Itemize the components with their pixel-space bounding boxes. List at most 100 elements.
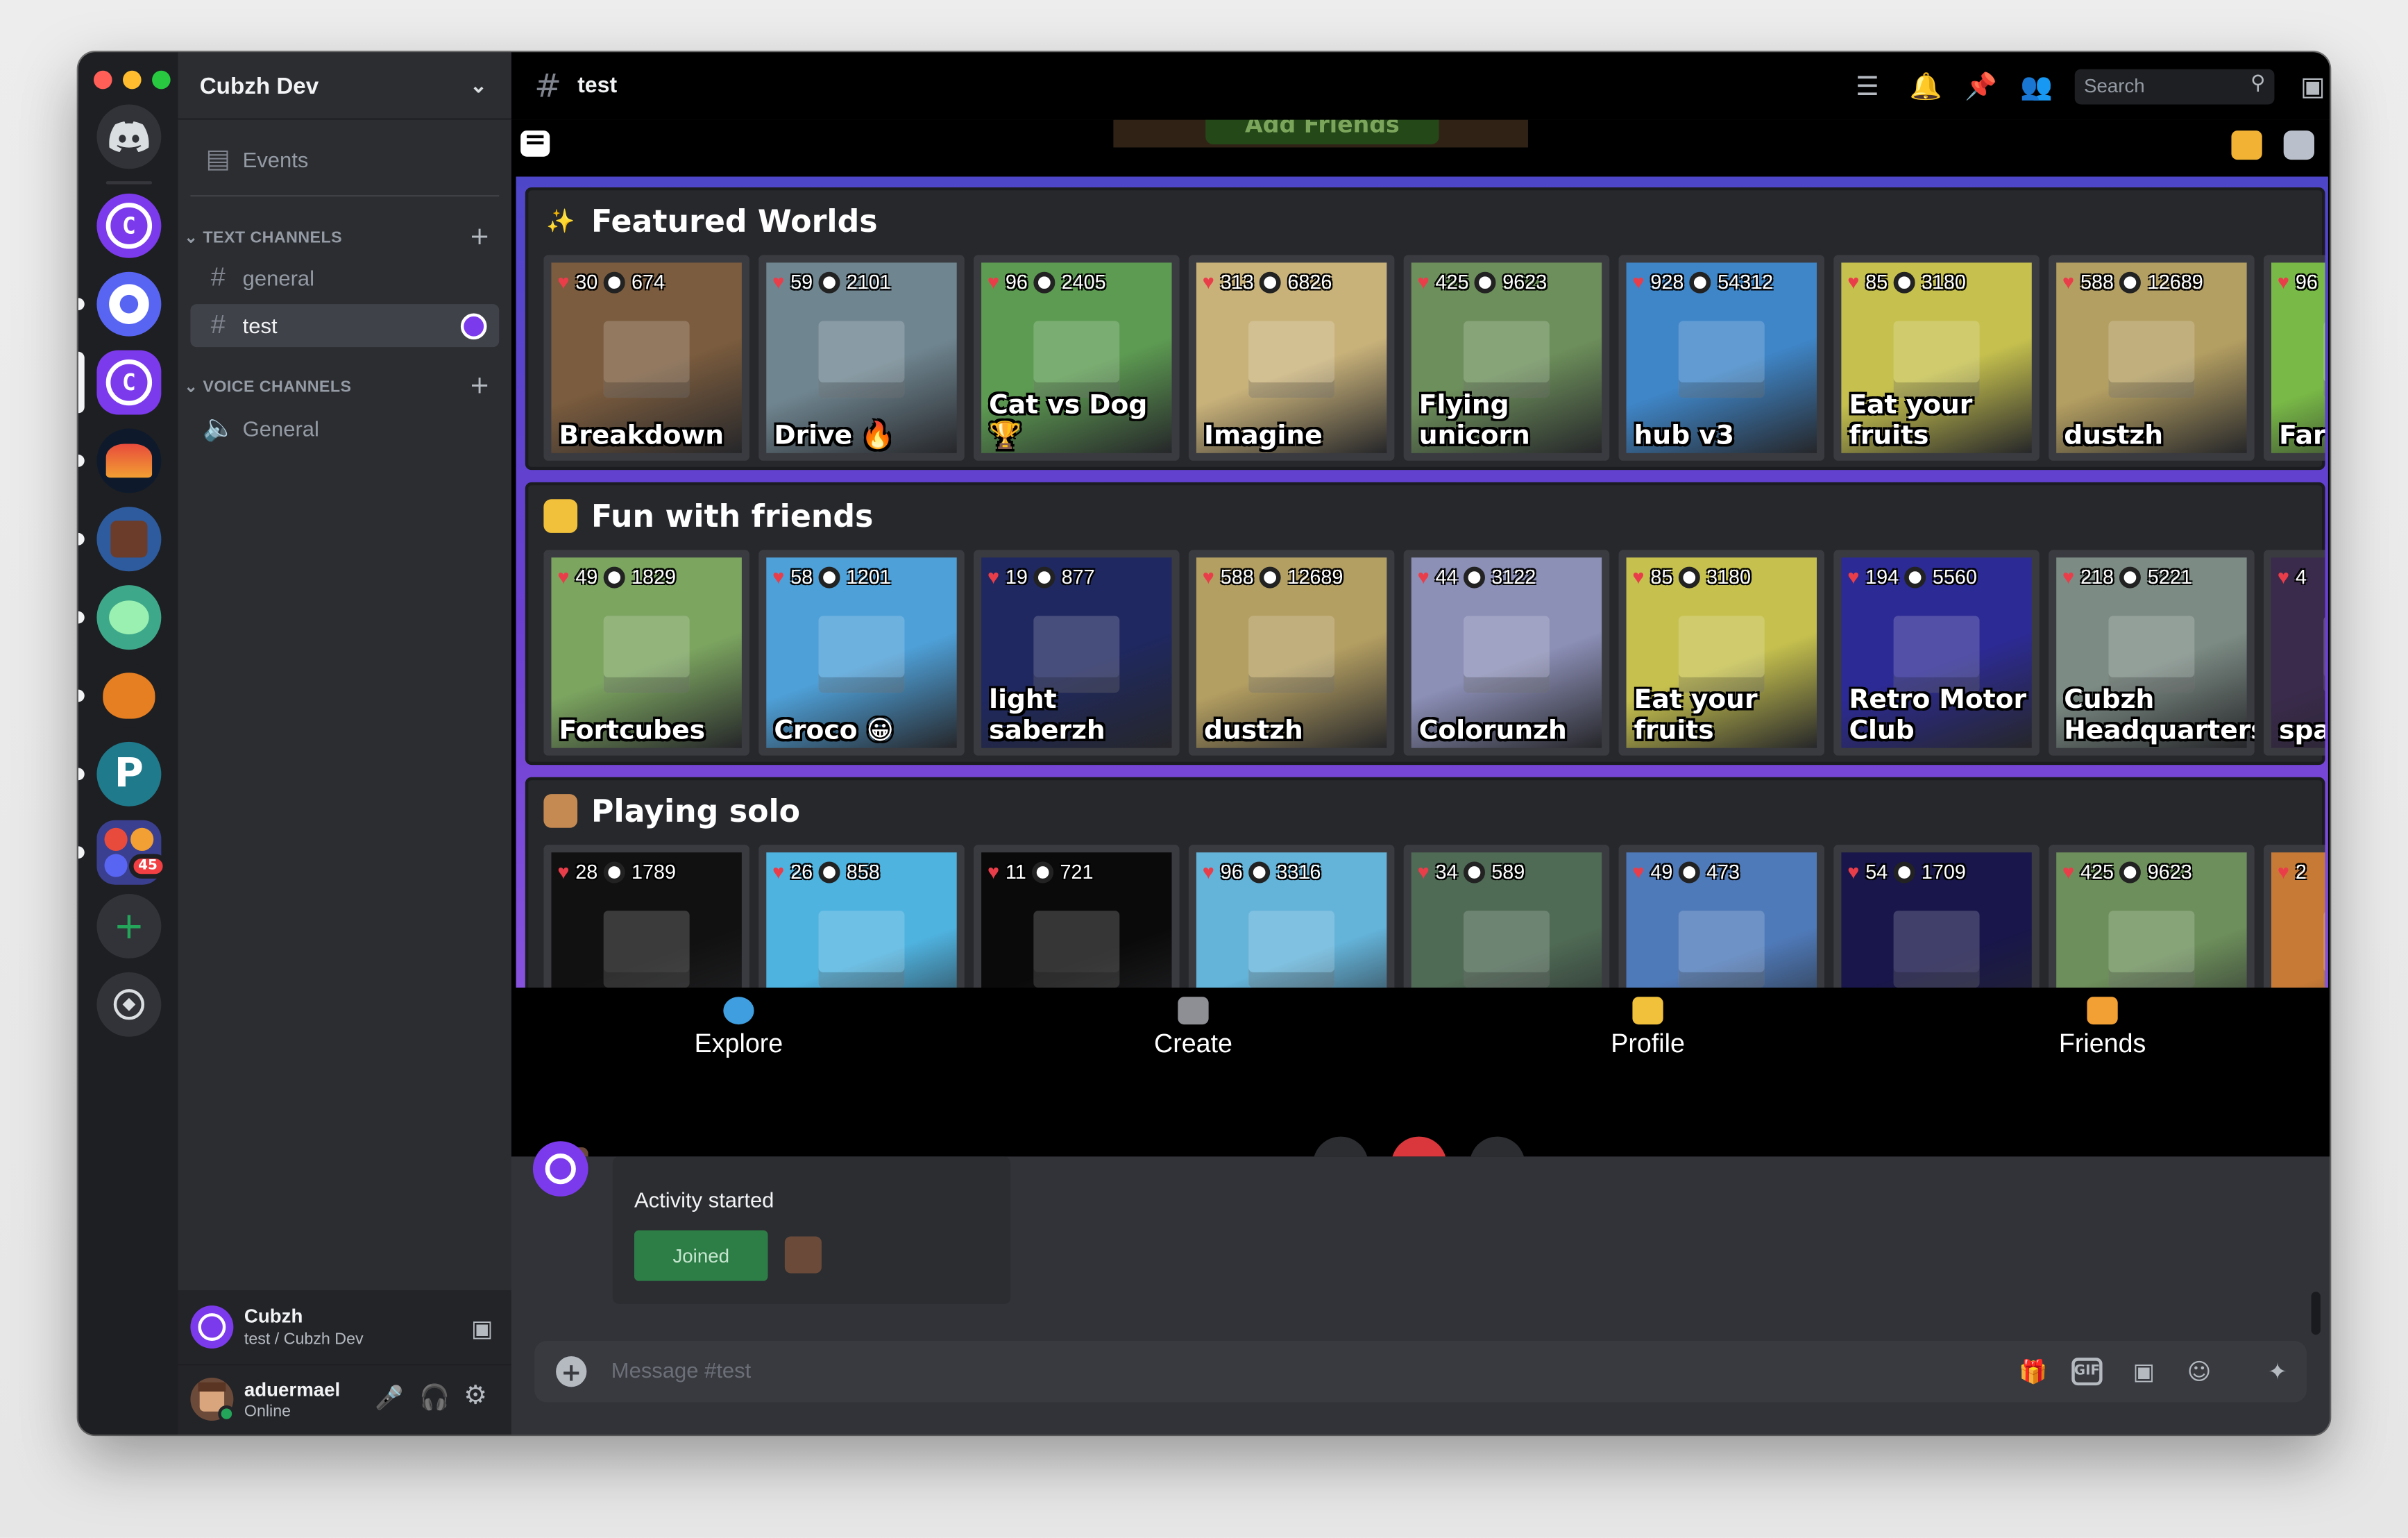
search-input[interactable]: Search ⚲ [2074, 69, 2275, 105]
world-stats: ♥ 588 12689 [2062, 270, 2203, 293]
nav-create[interactable]: Create [1101, 997, 1286, 1060]
joined-button[interactable]: Joined [634, 1230, 768, 1281]
add-friends-button[interactable]: Add Friends [1205, 119, 1439, 145]
server-header[interactable]: Cubzh Dev ⌄ [178, 52, 511, 120]
world-card[interactable]: ♥ 30 674 Breakdown [543, 255, 749, 461]
nav-friends[interactable]: Friends [2010, 997, 2195, 1060]
settings-gear-icon[interactable] [2283, 130, 2314, 160]
apps-icon[interactable]: ✦ [2261, 1356, 2295, 1387]
channel-test[interactable]: # test [190, 304, 500, 348]
world-card[interactable]: ♥ 59 2101 Drive 🔥 [758, 255, 965, 461]
participant-avatar[interactable] [784, 1236, 822, 1274]
threads-icon[interactable]: ☰ [1851, 71, 1885, 105]
text-channels-category[interactable]: ⌄ TEXT CHANNELS [185, 229, 343, 248]
world-scene [1678, 321, 1765, 398]
world-card[interactable]: ♥ 194 5560 Retro Motor Club [1833, 550, 2040, 756]
world-stats: ♥ 425 9623 [2062, 860, 2192, 883]
gift-icon[interactable]: 🎁 [2017, 1356, 2051, 1387]
zoom-window-button[interactable] [152, 70, 171, 90]
members-icon[interactable]: 👥 [2019, 71, 2053, 105]
add-server-button[interactable]: + [96, 893, 162, 958]
leave-activity-icon[interactable]: ▣ [471, 1315, 493, 1342]
compass-icon [113, 989, 145, 1020]
world-card[interactable]: ♥96 Farm [2263, 255, 2325, 461]
eye-icon [604, 566, 626, 588]
server-p-icon[interactable]: P [96, 741, 162, 806]
server-cubzh-dev-icon[interactable]: C [96, 350, 162, 415]
world-card[interactable]: ♥ 96 2405 Cat vs Dog 🏆 [974, 255, 1180, 461]
bot-avatar[interactable] [532, 1141, 588, 1197]
minimize-window-button[interactable] [123, 70, 142, 90]
sticker-icon[interactable]: ▣ [2127, 1356, 2161, 1387]
pin-icon[interactable]: 📌 [1964, 71, 1998, 105]
direct-messages-button[interactable] [96, 104, 162, 169]
server-avatar-icon[interactable] [96, 428, 162, 493]
inbox-icon[interactable]: ▣ [2296, 71, 2330, 105]
server-name: Cubzh Dev [199, 74, 319, 100]
world-card[interactable]: ♥ 58 1201 Croco 😀 [758, 550, 965, 756]
world-name: Eat your fruits [1849, 390, 1973, 452]
heart-icon: ♥ [1847, 270, 1860, 294]
microphone-icon[interactable]: 🎤 [375, 1384, 403, 1412]
world-card[interactable]: ♥ 44 3122 Colorunzh [1403, 550, 1610, 756]
settings-gear-icon[interactable]: ⚙ [464, 1380, 487, 1411]
world-scene [603, 616, 690, 693]
server-cubzh-icon[interactable]: C [96, 193, 162, 258]
likes-count: 928 [1650, 270, 1684, 294]
events-label: Events [242, 147, 309, 172]
server-discord-dev-icon[interactable] [96, 271, 162, 337]
likes-count: 588 [1220, 565, 1254, 589]
world-name: Breakdown [559, 421, 724, 452]
attach-plus-icon[interactable]: + [556, 1356, 587, 1387]
world-stats: ♥ 313 6826 [1203, 270, 1332, 293]
world-name: Eat your fruits [1634, 684, 1758, 747]
nav-profile[interactable]: Profile [1556, 997, 1740, 1060]
world-card[interactable]: ♥4 spa [2263, 550, 2325, 756]
world-stats: ♥ 85 3180 [1632, 565, 1751, 588]
likes-count: 49 [1650, 860, 1673, 884]
world-name: Cubzh Headquarters [2064, 684, 2255, 747]
world-name: dustzh [2064, 421, 2164, 452]
world-card[interactable]: ♥ 218 5221 Cubzh Headquarters [2049, 550, 2255, 756]
headphones-icon[interactable]: 🎧 [419, 1383, 450, 1412]
world-stats: ♥ 28 1789 [557, 860, 676, 883]
chat-bubble-icon[interactable] [520, 130, 550, 157]
bell-icon[interactable]: 🔔 [1909, 71, 1943, 105]
voice-channel-general[interactable]: 🔈 General [190, 407, 499, 450]
world-section: ✨ Featured Worlds ♥ 30 674 Breakdown ♥ 59 2101 Dr… [525, 187, 2325, 471]
voice-channels-category[interactable]: ⌄ VOICE CHANNELS [185, 378, 352, 396]
message-input[interactable]: Message #test [611, 1358, 752, 1382]
world-card[interactable]: ♥ 928 54312 hub v3 [1618, 255, 1825, 461]
explore-servers-button[interactable] [96, 972, 162, 1037]
events-item[interactable]: ▤ Events [190, 138, 499, 181]
server-castle-icon[interactable] [96, 507, 162, 572]
world-card[interactable]: ♥ 313 6826 Imagine [1188, 255, 1395, 461]
emoji-icon[interactable]: ☺ [2182, 1356, 2216, 1387]
scrollbar-thumb[interactable] [2311, 1292, 2321, 1335]
search-icon: ⚲ [2250, 72, 2266, 96]
smiley-icon [543, 499, 578, 533]
add-friends-banner[interactable]: Add Friends [1113, 119, 1528, 148]
channel-general[interactable]: # general [190, 257, 499, 300]
create-voice-channel-button[interactable]: + [469, 370, 490, 399]
world-card[interactable]: ♥ 85 3180 Eat your fruits [1833, 255, 2040, 461]
activity-app-name: Cubzh [244, 1305, 303, 1328]
world-card[interactable]: ♥ 425 9623 Flying unicorn [1403, 255, 1610, 461]
eye-icon [818, 566, 840, 588]
coins-icon[interactable] [2231, 130, 2262, 160]
world-card[interactable]: ♥ 49 1829 Fortcubes [543, 550, 749, 756]
world-card[interactable]: ♥ 85 3180 Eat your fruits [1618, 550, 1825, 756]
discord-window: C C P 45 + Cubzh Dev ⌄ ▤ Events ⌄ TEXT C… [78, 52, 2330, 1435]
heart-icon: ♥ [557, 860, 570, 884]
server-slime-icon[interactable] [96, 585, 162, 650]
nav-label: Friends [2058, 1029, 2146, 1058]
nav-explore[interactable]: Explore [647, 997, 831, 1060]
close-window-button[interactable] [93, 70, 112, 90]
server-fox-icon[interactable] [96, 664, 162, 728]
gif-icon[interactable]: GIF [2071, 1358, 2103, 1386]
world-card[interactable]: ♥ 588 12689 dustzh [1188, 550, 1395, 756]
world-card[interactable]: ♥ 19 877 light saberzh [974, 550, 1180, 756]
create-text-channel-button[interactable]: + [469, 221, 490, 251]
activity-started-label: Activity started [634, 1187, 774, 1212]
world-card[interactable]: ♥ 588 12689 dustzh [2049, 255, 2255, 461]
